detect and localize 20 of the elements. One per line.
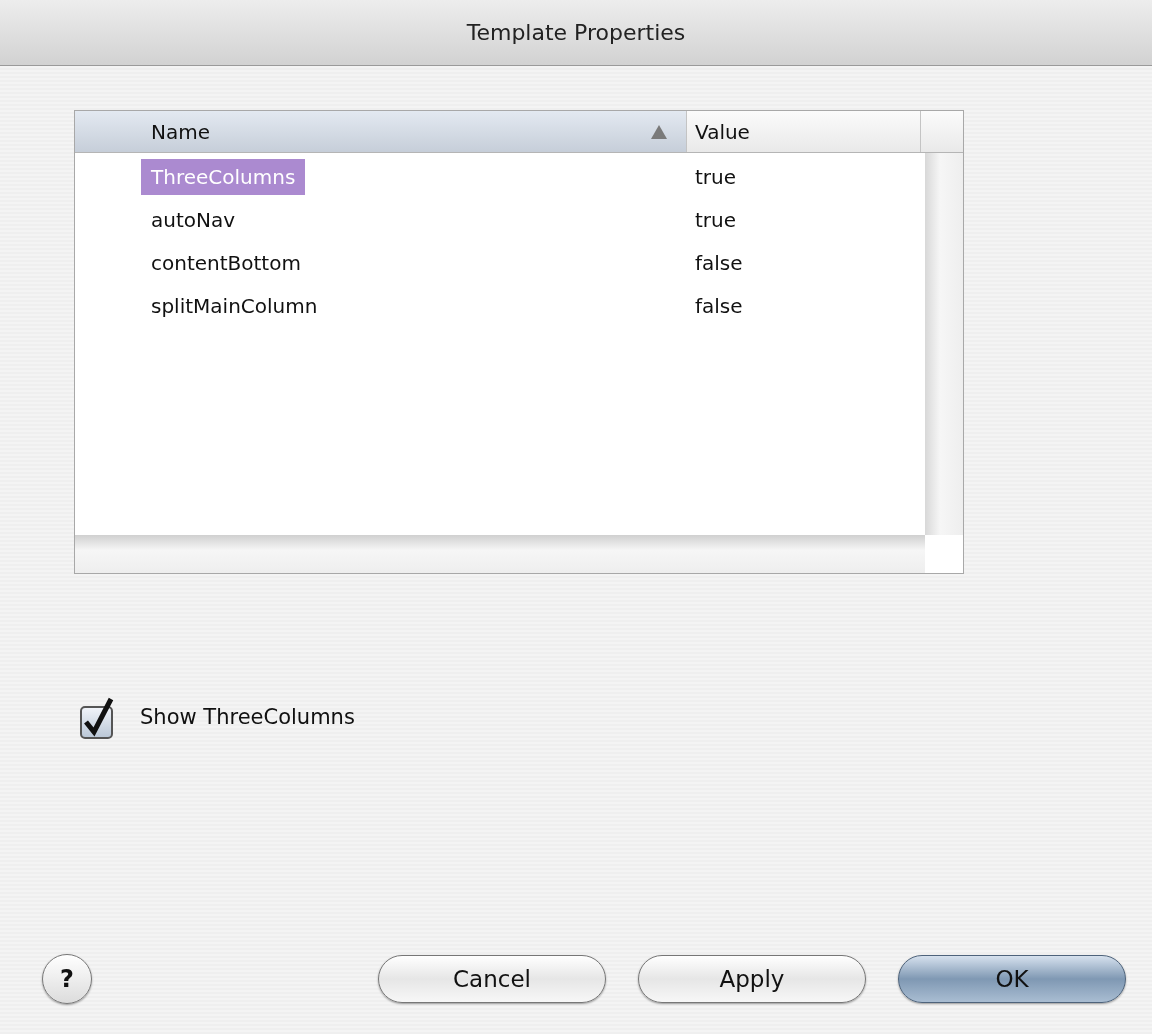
dialog-button[interactable]: Cancel (378, 955, 606, 1003)
window-title: Template Properties (466, 19, 686, 47)
table-cell-text: true (694, 163, 737, 191)
vertical-scrollbar[interactable] (925, 153, 963, 535)
dialog-button[interactable]: Apply (638, 955, 866, 1003)
column-header[interactable]: Name (75, 111, 687, 152)
sort-ascending-icon (650, 123, 668, 140)
table-cell-text: false (694, 249, 743, 277)
header-corner (921, 111, 963, 152)
dialog-button[interactable]: OK (898, 955, 1126, 1003)
table-row[interactable]: autoNav (141, 201, 246, 238)
checkbox-label: Show ThreeColumns (140, 704, 355, 732)
column-header[interactable]: Value (687, 111, 921, 152)
checkbox[interactable] (80, 696, 114, 740)
help-button[interactable]: ? (42, 954, 92, 1004)
horizontal-scrollbar[interactable] (75, 535, 925, 573)
table-cell-text: false (694, 292, 743, 320)
table-row[interactable]: contentBottom (141, 244, 311, 281)
table-row[interactable]: splitMainColumn (141, 287, 328, 324)
table-cell-text: true (694, 206, 737, 234)
